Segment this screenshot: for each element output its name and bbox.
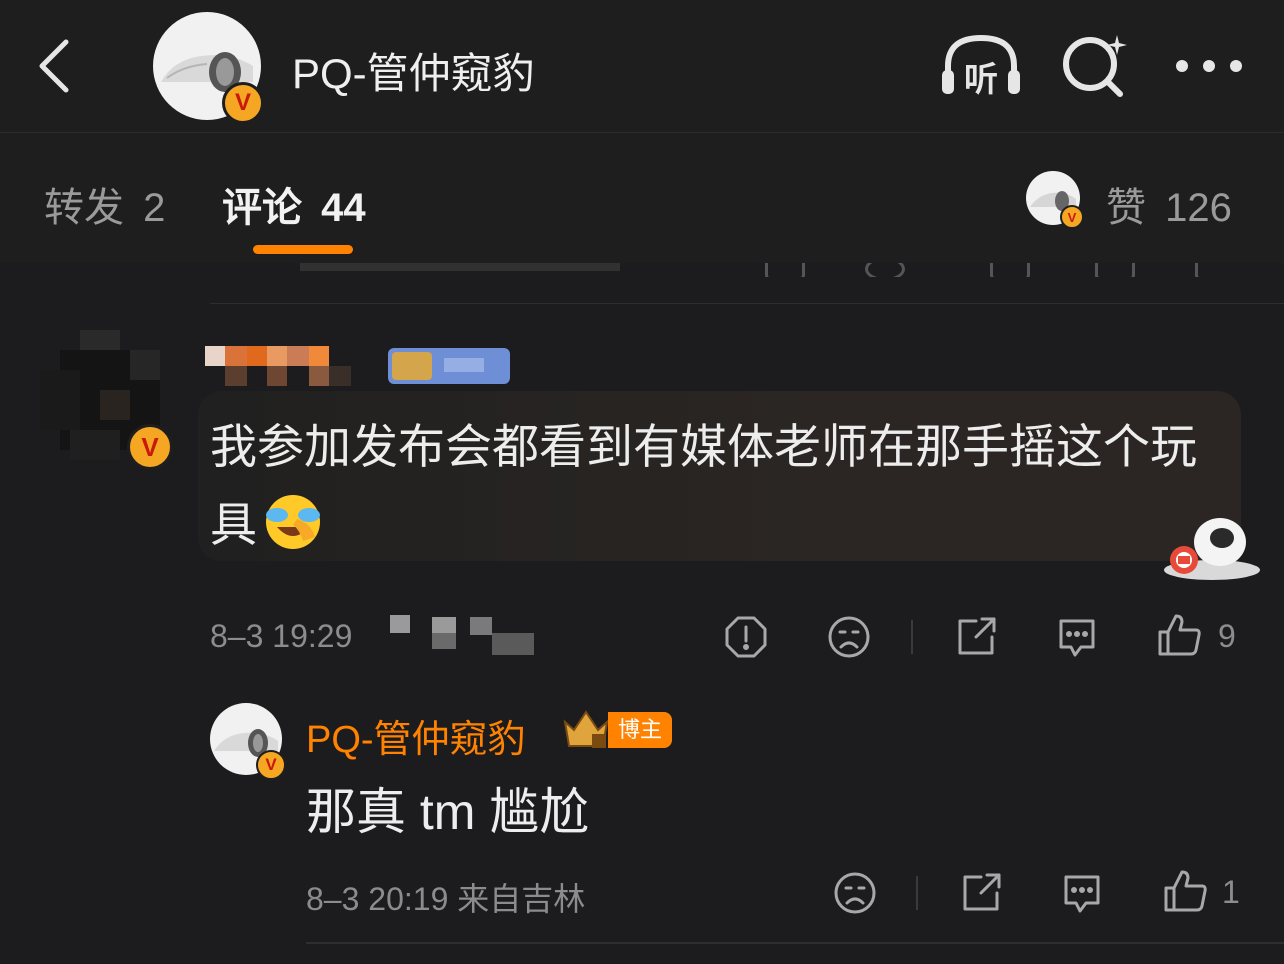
reply-icon[interactable] <box>1060 871 1104 915</box>
reply-username[interactable]: PQ-管仲窥豹 <box>306 708 526 763</box>
tab-likes-count: 126 <box>1165 186 1232 230</box>
tab-likes-label: 赞 <box>1106 186 1146 230</box>
divider <box>306 942 1284 944</box>
divider <box>916 876 918 910</box>
top-bar: V PQ-管仲窥豹 听 <box>0 0 1284 133</box>
reply-timestamp: 8–3 20:19 来自吉林 <box>306 881 586 917</box>
dislike-face-icon[interactable] <box>833 871 877 915</box>
page-title: PQ-管仲窥豹 <box>292 50 535 97</box>
more-icon[interactable] <box>1172 54 1246 78</box>
astronaut-sticker-icon <box>1160 512 1264 584</box>
comment-username[interactable] <box>205 346 375 386</box>
comment-timestamp: 8–3 19:29 <box>210 618 353 654</box>
share-icon[interactable] <box>959 871 1003 915</box>
search-icon[interactable] <box>1060 32 1130 98</box>
tab-comments-label: 评论 <box>222 186 302 230</box>
tab-likes[interactable]: 赞 126 <box>1106 175 1232 233</box>
tab-comments[interactable]: 评论 44 <box>222 175 366 233</box>
crown-icon <box>392 352 432 380</box>
comment-text: 我参加发布会都看到有媒体老师在那手摇这个玩具 <box>210 420 1197 551</box>
censored-location <box>370 613 536 657</box>
tab-repost-label: 转发 <box>44 186 124 230</box>
back-icon[interactable] <box>30 36 80 96</box>
tab-comments-count: 44 <box>321 186 366 230</box>
reply-text: 那真 tm 尴尬 <box>306 784 590 840</box>
laughing-crying-emoji <box>263 493 323 551</box>
tab-bar: 转发 2 评论 44 V 赞 126 <box>0 133 1284 263</box>
listen-button[interactable]: 听 <box>940 32 1022 100</box>
like-button[interactable] <box>1156 612 1202 658</box>
reply-icon[interactable] <box>1055 615 1099 659</box>
reply-like-count: 1 <box>1222 874 1240 910</box>
like-button[interactable] <box>1162 868 1208 914</box>
author-badge: 博主 <box>608 712 672 748</box>
tab-repost-count: 2 <box>143 186 166 230</box>
user-level-badge <box>388 348 510 384</box>
verified-badge-icon: V <box>256 750 286 780</box>
divider <box>911 620 913 654</box>
verified-badge-icon: V <box>127 424 173 470</box>
verified-badge-icon: V <box>222 82 264 124</box>
like-count: 9 <box>1218 618 1236 654</box>
listen-label: 听 <box>964 60 998 100</box>
previous-comment-actions <box>300 263 1230 277</box>
dislike-face-icon[interactable] <box>827 615 871 659</box>
share-icon[interactable] <box>954 615 998 659</box>
thumbs-up-icon <box>1158 614 1201 656</box>
report-icon[interactable] <box>724 615 768 659</box>
divider <box>210 303 1284 304</box>
thumbs-up-icon <box>1164 870 1207 912</box>
tab-repost[interactable]: 转发 2 <box>44 175 165 233</box>
active-tab-indicator <box>253 245 353 254</box>
crown-icon <box>562 708 610 750</box>
verified-badge-icon: V <box>1060 205 1084 229</box>
